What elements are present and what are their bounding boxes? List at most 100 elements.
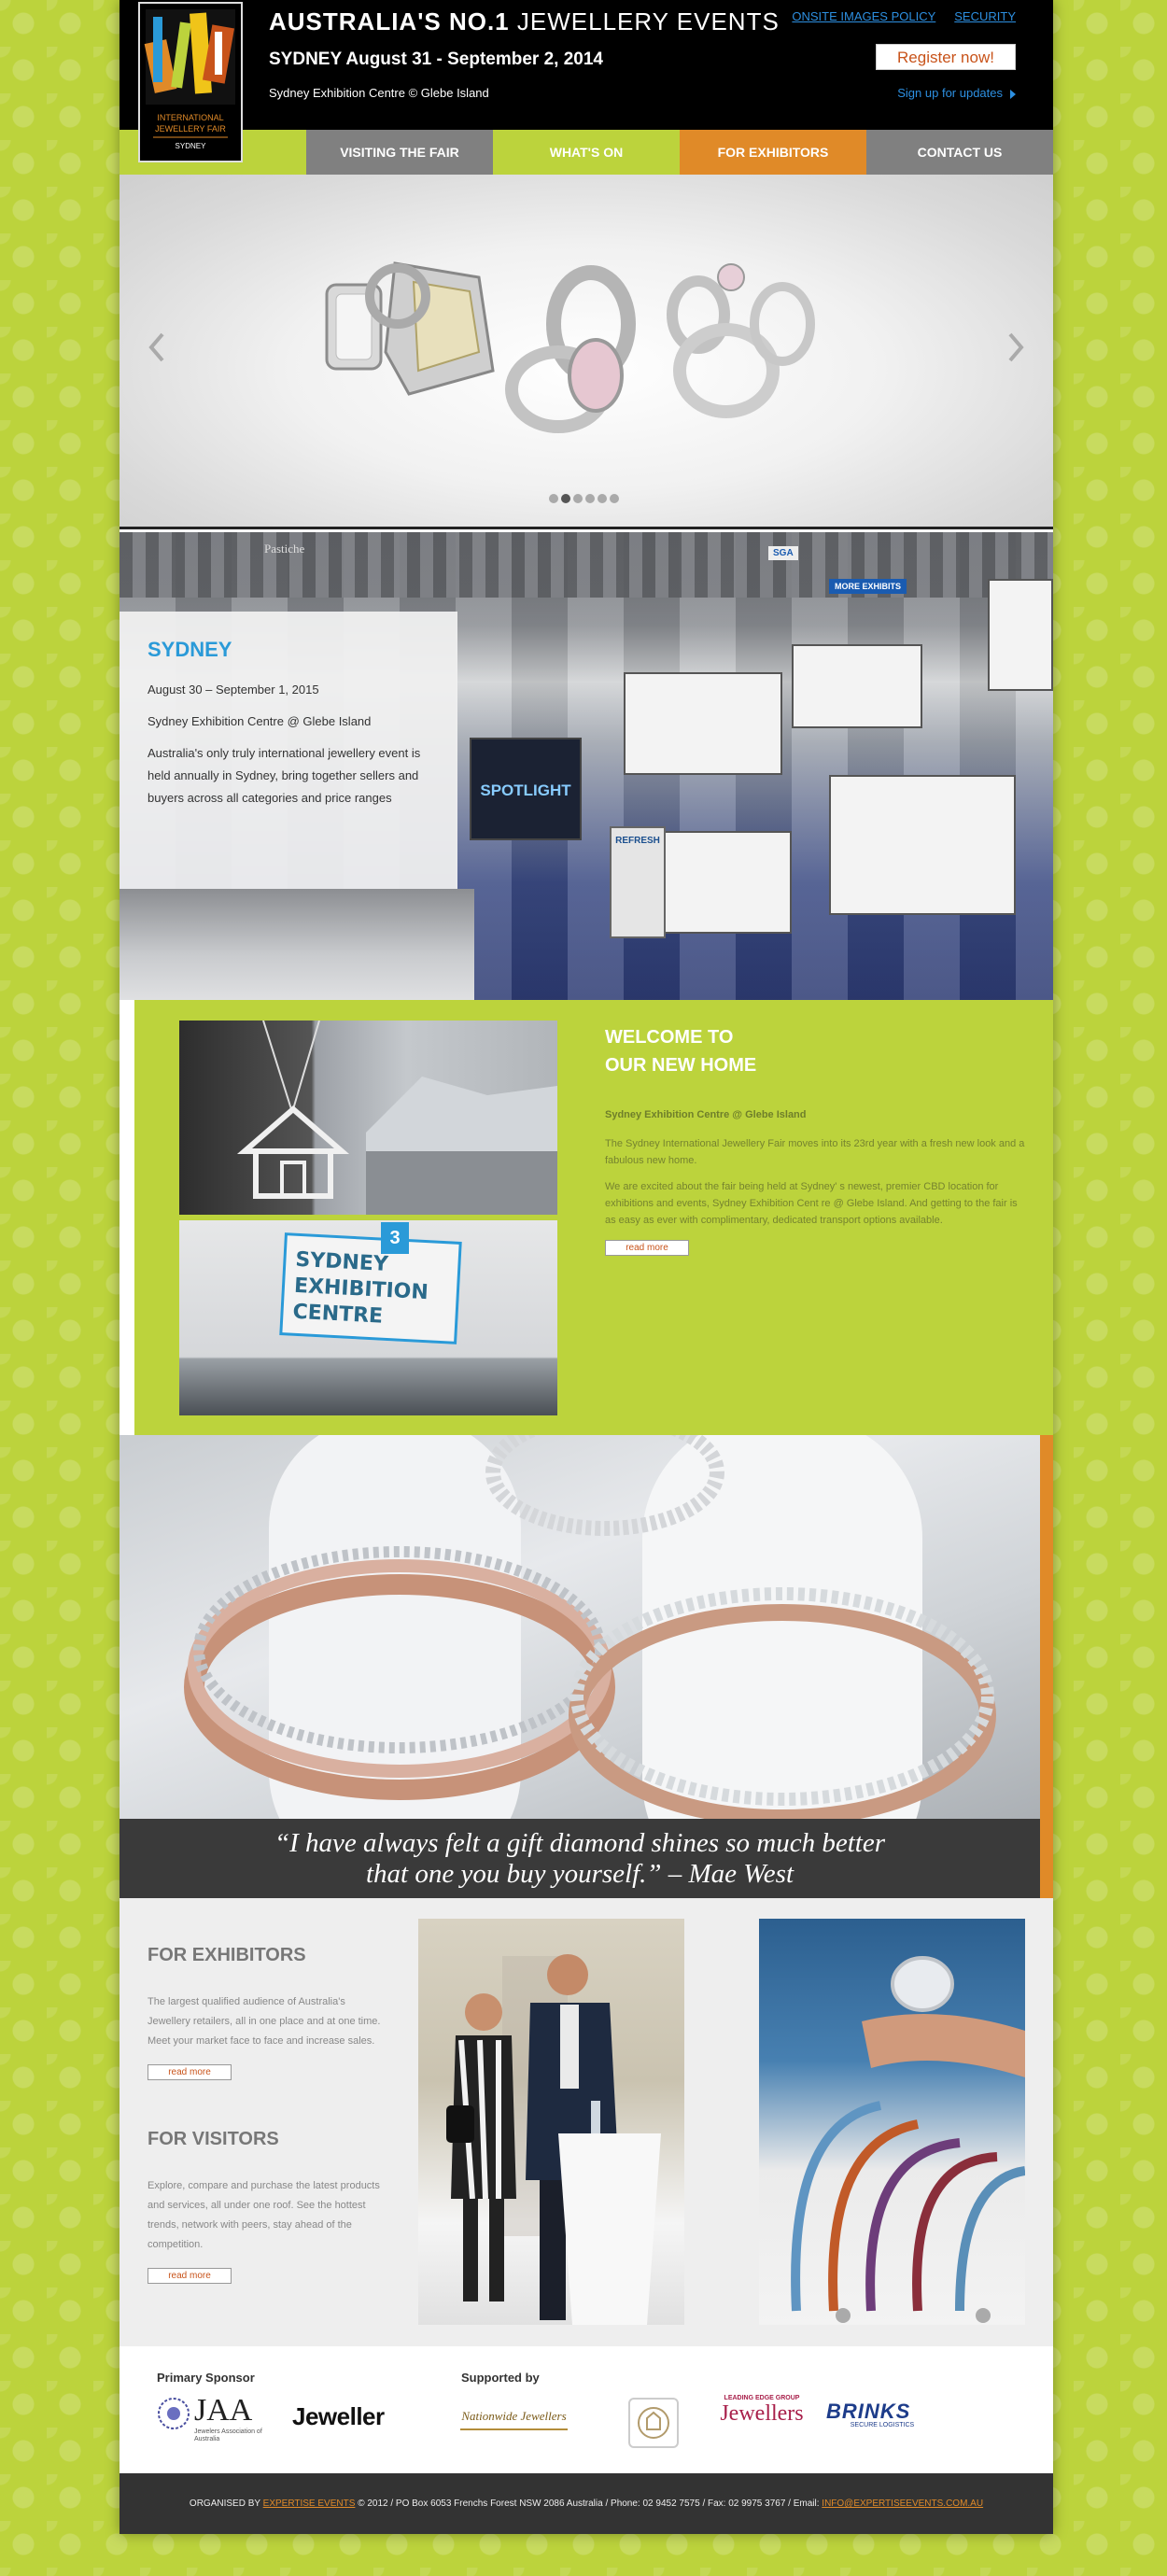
logo-line-2: JEWELLERY FAIR <box>155 124 226 134</box>
signup-label: Sign up for updates <box>897 86 1003 100</box>
pastiche-sign: Pastiche <box>264 542 305 556</box>
brinks-text: BRINKS <box>826 2400 911 2423</box>
visitors-read-more-button[interactable]: read more <box>148 2268 232 2284</box>
leading-edge-jewellers-logo[interactable]: LEADING EDGE GROUP Jewellers <box>706 2395 818 2432</box>
people-illustration <box>446 1954 661 2325</box>
register-button[interactable]: Register now! <box>876 44 1016 70</box>
tagline: AUSTRALIA'S NO.1 JEWELLERY EVENTS <box>269 7 780 36</box>
exhibitors-visitors-section: FOR EXHIBITORS The largest qualified aud… <box>120 1898 1053 2346</box>
chevron-left-icon <box>148 332 164 362</box>
booth <box>988 579 1053 691</box>
bracelets-photo <box>759 1919 1025 2325</box>
exhibitors-title: FOR EXHIBITORS <box>148 1945 306 1965</box>
booth <box>624 672 782 775</box>
slider-dot[interactable] <box>610 494 619 503</box>
orange-accent-stripe <box>1040 1435 1053 1898</box>
jaa-logo[interactable]: JAA Jewelers Association of Australia <box>157 2393 278 2449</box>
booth <box>829 775 1016 915</box>
leading-edge-top: LEADING EDGE GROUP <box>724 2395 800 2401</box>
quote-bar: “I have always felt a gift diamond shine… <box>120 1819 1040 1898</box>
primary-sponsor-label: Primary Sponsor <box>157 2371 255 2385</box>
sydney-venue: Sydney Exhibition Centre @ Glebe Island <box>148 714 372 728</box>
footer-email-link[interactable]: INFO@EXPERTISEEVENTS.COM.AU <box>822 2499 983 2509</box>
jaa-subtext: Jewelers Association of Australia <box>194 2428 262 2442</box>
security-link[interactable]: SECURITY <box>954 9 1016 23</box>
exhibitors-read-more-button[interactable]: read more <box>148 2064 232 2080</box>
jaa-text: JAA <box>194 2393 253 2428</box>
welcome-title: WELCOME TO OUR NEW HOME <box>605 1023 1025 1079</box>
sga-sign: SGA <box>768 546 798 560</box>
page: INTERNATIONAL JEWELLERY FAIR SYDNEY AUST… <box>120 0 1053 2534</box>
welcome-title-line1: WELCOME TO <box>605 1027 734 1048</box>
exhibitors-block: FOR EXHIBITORS The largest qualified aud… <box>148 1945 390 2080</box>
slider-next-arrow[interactable] <box>1005 329 1027 366</box>
nav-contact-us[interactable]: CONTACT US <box>866 130 1053 175</box>
welcome-read-more-button[interactable]: read more <box>605 1240 689 1256</box>
nav-visiting-the-fair[interactable]: VISITING THE FAIR <box>306 130 493 175</box>
exhibition-centre-sign: SYDNEY EXHIBITION CENTRE <box>279 1232 462 1344</box>
slider-dot[interactable] <box>549 494 558 503</box>
supported-by-label: Supported by <box>461 2371 540 2385</box>
main-nav: HOME VISITING THE FAIR WHAT'S ON FOR EXH… <box>120 130 1053 175</box>
header: INTERNATIONAL JEWELLERY FAIR SYDNEY AUST… <box>120 0 1053 162</box>
chevron-right-icon <box>1008 332 1024 362</box>
expo-hall-photo: SPOTLIGHT REFRESH Pastiche MORE EXHIBITS… <box>120 532 1053 1000</box>
bracelets-illustration <box>791 1956 1025 2323</box>
sydney-title: SYDNEY <box>148 638 232 661</box>
welcome-text: WELCOME TO OUR NEW HOME Sydney Exhibitio… <box>605 1023 1025 1256</box>
top-links: ONSITE IMAGES POLICY SECURITY <box>792 9 1016 23</box>
ijf-logo[interactable]: INTERNATIONAL JEWELLERY FAIR SYDNEY <box>138 2 243 162</box>
spotlight-sign: SPOTLIGHT <box>470 738 582 840</box>
crest-logo[interactable] <box>628 2398 679 2448</box>
event-date: SYDNEY August 31 - September 2, 2014 <box>269 49 603 69</box>
visitors-block: FOR VISITORS Explore, compare and purcha… <box>148 2129 390 2284</box>
welcome-para-1: The Sydney International Jewellery Fair … <box>605 1138 1025 1166</box>
hall-number-badge: 3 <box>381 1222 409 1254</box>
arrow-right-icon <box>1010 89 1016 99</box>
refresh-sign: REFRESH <box>610 826 666 938</box>
nav-whats-on[interactable]: WHAT'S ON <box>493 130 680 175</box>
tagline-light: JEWELLERY EVENTS <box>516 7 780 35</box>
exhibitors-text: The largest qualified audience of Austra… <box>148 1996 381 2047</box>
slider-dot[interactable] <box>573 494 583 503</box>
more-exhibits-sign: MORE EXHIBITS <box>829 579 907 594</box>
slider-prev-arrow[interactable] <box>146 329 168 366</box>
nationwide-jewellers-logo[interactable]: Nationwide Jewellers <box>460 2402 568 2430</box>
necklace-venue-image <box>179 1020 557 1215</box>
crest-icon <box>638 2407 669 2439</box>
footer-address: © 2012 / PO Box 6053 Frenchs Forest NSW … <box>358 2499 820 2509</box>
welcome-section: SYDNEY EXHIBITION CENTRE 3 WELCOME TO OU… <box>120 1000 1053 1435</box>
welcome-para-2: We are excited about the fair being held… <box>605 1181 1018 1226</box>
rings-hero-image <box>325 261 815 433</box>
onsite-images-policy-link[interactable]: ONSITE IMAGES POLICY <box>792 9 935 23</box>
quote-line-1: “I have always felt a gift diamond shine… <box>274 1828 886 1858</box>
logo-line-1: INTERNATIONAL <box>157 113 223 122</box>
nav-for-exhibitors[interactable]: FOR EXHIBITORS <box>680 130 866 175</box>
slider-dot[interactable] <box>598 494 607 503</box>
sponsors-section: Primary Sponsor Supported by JAA Jeweler… <box>120 2346 1053 2473</box>
expo-roof <box>120 532 1053 598</box>
brinks-logo[interactable]: BRINKS SECURE LOGISTICS <box>826 2400 938 2431</box>
footer-organiser-link[interactable]: EXPERTISE EVENTS <box>263 2499 356 2509</box>
footer-prefix: ORGANISED BY <box>189 2499 260 2509</box>
footer: ORGANISED BY EXPERTISE EVENTS © 2012 / P… <box>120 2473 1053 2534</box>
welcome-title-line2: OUR NEW HOME <box>605 1055 757 1076</box>
logo-line-3: SYDNEY <box>176 142 207 150</box>
sydney-dates: August 30 – September 1, 2015 <box>148 683 319 697</box>
hero-slider <box>120 175 1053 529</box>
signup-link[interactable]: Sign up for updates <box>897 86 1016 100</box>
slider-dot[interactable] <box>561 494 570 503</box>
rings-quote-section: “I have always felt a gift diamond shine… <box>120 1435 1053 1898</box>
visitors-title: FOR VISITORS <box>148 2129 279 2149</box>
people-at-stand-photo <box>418 1919 684 2325</box>
sydney-description: Australia's only truly international jew… <box>148 746 421 805</box>
welcome-subtitle: Sydney Exhibition Centre @ Glebe Island <box>605 1109 807 1120</box>
jeweller-logo[interactable]: Jeweller <box>292 2402 385 2431</box>
leading-edge-text: Jewellers <box>720 2401 804 2426</box>
quote-line-2: that one you buy yourself.” – Mae West <box>365 1859 794 1889</box>
slider-dot[interactable] <box>585 494 595 503</box>
venue: Sydney Exhibition Centre © Glebe Island <box>269 86 489 100</box>
house-pendant-image <box>236 1020 557 1215</box>
tagline-bold: AUSTRALIA'S NO.1 <box>269 7 510 35</box>
booth-area <box>120 889 474 1000</box>
